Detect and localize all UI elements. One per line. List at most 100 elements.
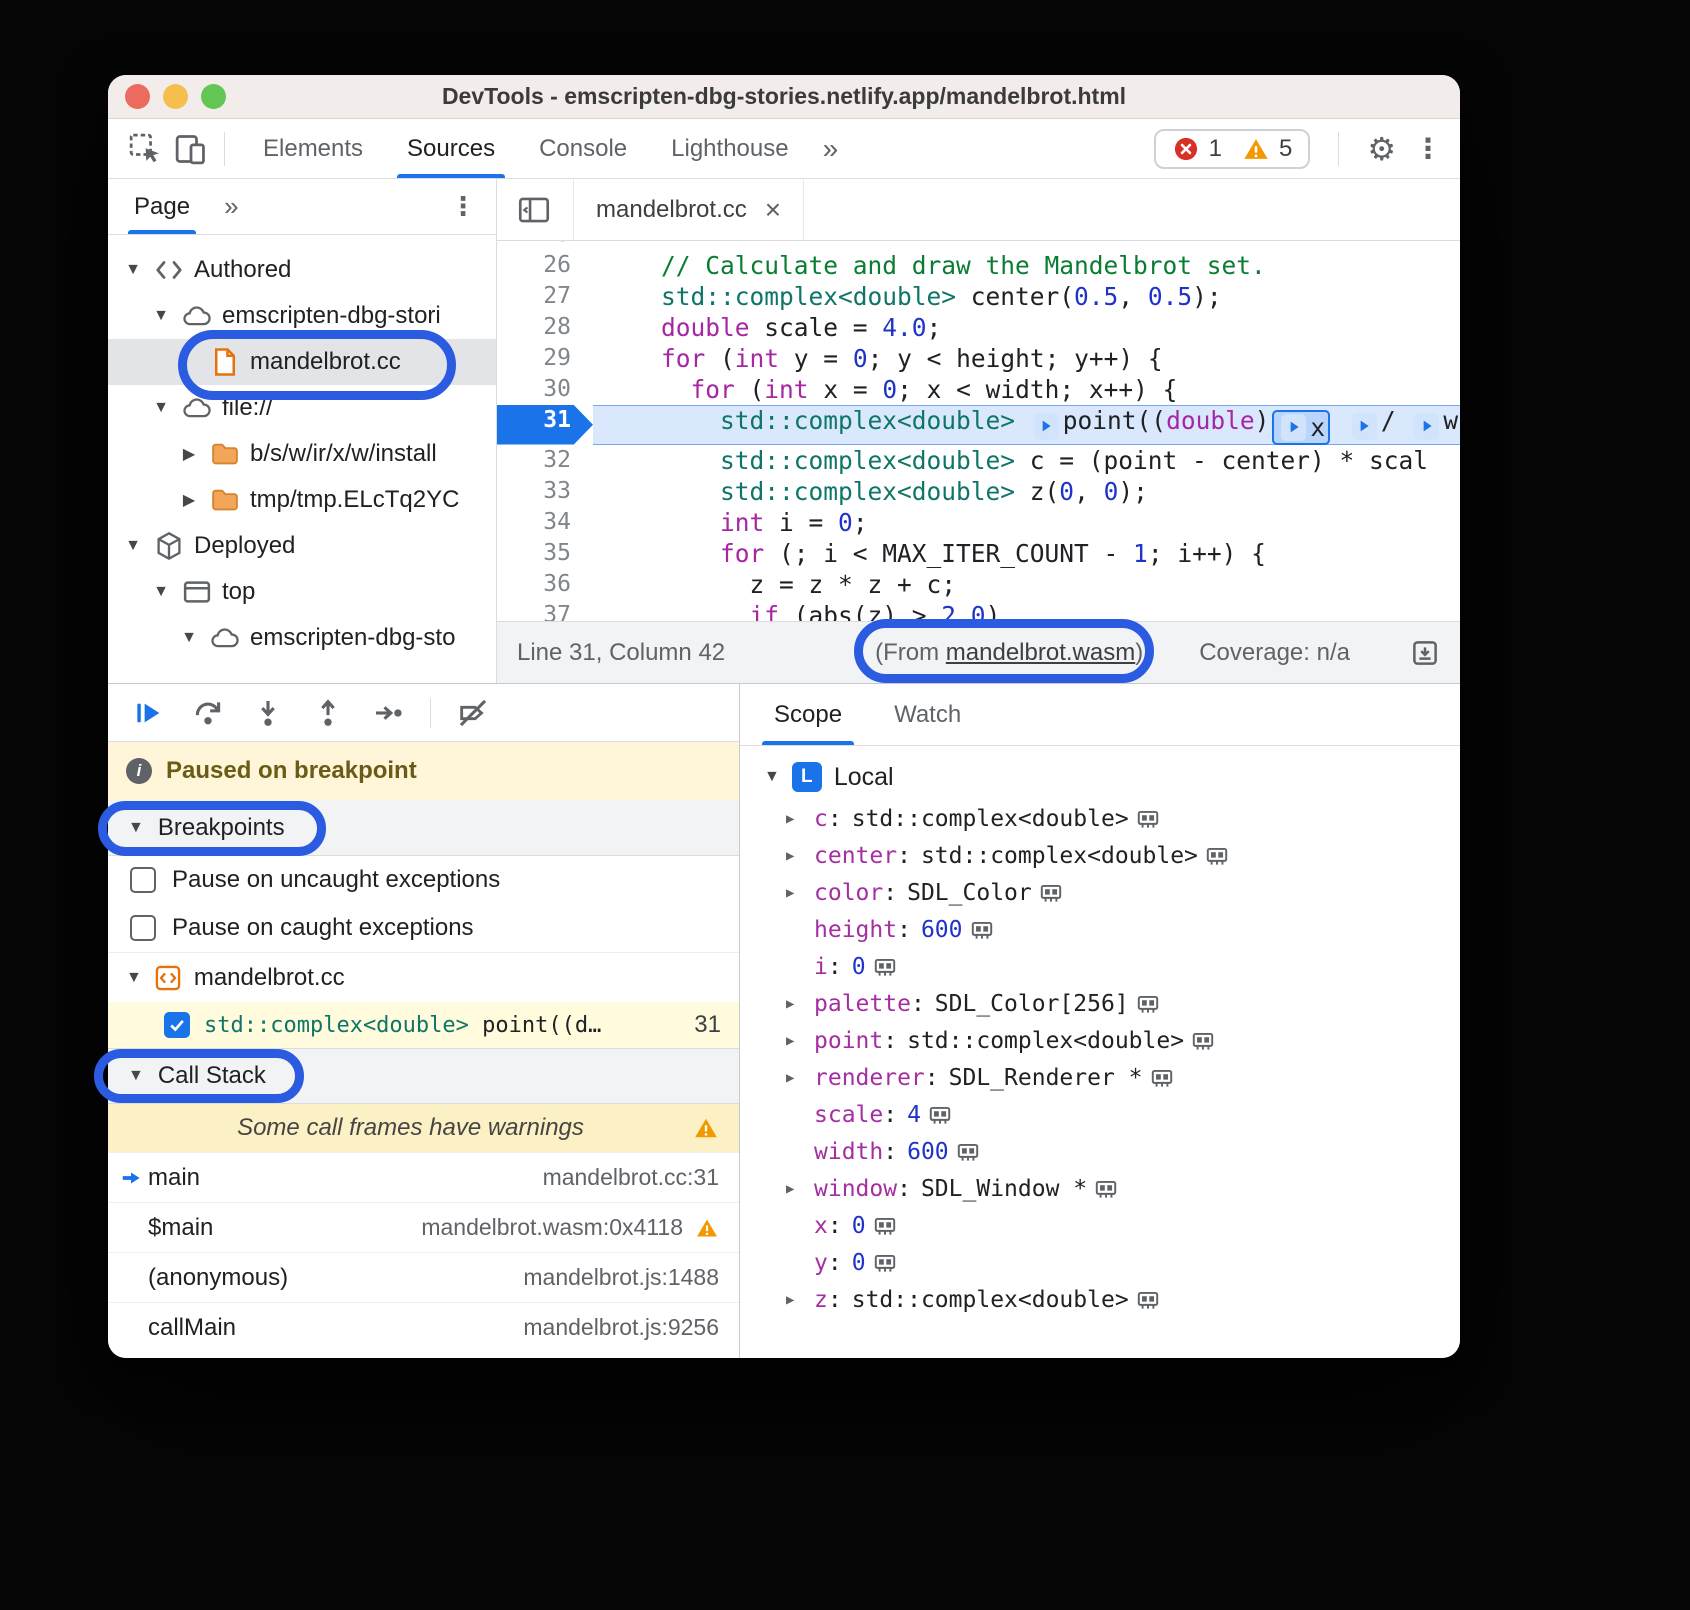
inline-eval-widget[interactable] [1414,413,1439,440]
expand-arrow-icon[interactable]: ▼ [178,629,200,647]
step-button[interactable] [370,695,406,731]
deactivate-breakpoints-button[interactable] [455,695,491,731]
tab-watch[interactable]: Watch [868,684,987,745]
step-out-button[interactable] [310,695,346,731]
tree-item-deployed-site[interactable]: ▼ emscripten-dbg-sto [108,615,496,661]
warning-badge[interactable]: 5 [1242,135,1292,163]
scope-variable-center[interactable]: ▶center:std::complex<double> [740,837,1460,874]
breakpoint-file-group[interactable]: ▼ mandelbrot.cc [108,952,739,1002]
collapse-arrow-icon[interactable]: ▶ [178,490,200,510]
scope-local-section[interactable]: ▼ L Local [740,754,1460,800]
scope-variable-palette[interactable]: ▶palette:SDL_Color[256] [740,985,1460,1022]
call-stack-frame[interactable]: $mainmandelbrot.wasm:0x4118 [108,1202,739,1252]
line-number-27[interactable]: 27 [497,281,593,312]
collapse-arrow-icon[interactable]: ▶ [178,444,200,464]
memory-inspector-button[interactable] [1093,1176,1119,1202]
memory-inspector-button[interactable] [1135,1287,1161,1313]
editor-tab-mandelbrot-cc[interactable]: mandelbrot.cc × [573,179,804,240]
expand-arrow-icon[interactable]: ▼ [150,307,172,325]
call-stack-frame[interactable]: mainmandelbrot.cc:31 [108,1152,739,1202]
memory-inspector-button[interactable] [872,1213,898,1239]
expand-arrow-icon[interactable]: ▶ [786,885,814,901]
line-number-35[interactable]: 35 [497,538,593,569]
memory-inspector-button[interactable] [1135,806,1161,832]
expand-arrow-icon[interactable]: ▼ [126,969,142,987]
call-stack-section-header[interactable]: ▼ Call Stack [108,1048,739,1104]
expand-arrow-icon[interactable]: ▶ [786,1033,814,1049]
scope-variable-width[interactable]: width:600 [740,1133,1460,1170]
scope-variable-renderer[interactable]: ▶renderer:SDL_Renderer * [740,1059,1460,1096]
line-number-26[interactable]: 26 [497,250,593,281]
tab-lighthouse[interactable]: Lighthouse [649,119,810,178]
code-text[interactable]: std::complex<double> center(0.5, 0.5); [593,281,1460,312]
expand-arrow-icon[interactable]: ▼ [122,537,144,555]
code-text[interactable]: int i = 0; [593,507,1460,538]
code-text[interactable]: if (abs(z) > 2.0) [593,600,1460,622]
tree-item-folder-install[interactable]: ▶ b/s/w/ir/x/w/install [108,431,496,477]
memory-inspector-button[interactable] [872,1250,898,1276]
code-text[interactable]: // Calculate and draw the Mandelbrot set… [593,250,1460,281]
memory-inspector-button[interactable] [872,954,898,980]
tab-console[interactable]: Console [517,119,649,178]
code-text[interactable]: double scale = 4.0; [593,312,1460,343]
maximize-window-button[interactable] [201,84,226,109]
expand-arrow-icon[interactable]: ▼ [122,261,144,279]
memory-inspector-button[interactable] [1038,880,1064,906]
expand-arrow-icon[interactable]: ▶ [786,1070,814,1086]
main-menu-kebab-icon[interactable]: ⋮ [1414,132,1442,165]
pause-caught-row[interactable]: Pause on caught exceptions [108,904,739,952]
tree-item-mandelbrot-cc[interactable]: mandelbrot.cc [108,339,496,385]
pause-uncaught-checkbox[interactable] [130,867,156,893]
line-number-36[interactable]: 36 [497,569,593,600]
minimize-window-button[interactable] [163,84,188,109]
call-stack-frame[interactable]: callMainmandelbrot.js:9256 [108,1302,739,1352]
scope-variable-window[interactable]: ▶window:SDL_Window * [740,1170,1460,1207]
memory-inspector-button[interactable] [969,917,995,943]
scope-variable-z[interactable]: ▶z:std::complex<double> [740,1281,1460,1318]
expand-arrow-icon[interactable]: ▼ [150,399,172,417]
memory-inspector-button[interactable] [1204,843,1230,869]
breakpoint-entry[interactable]: std::complex<double> point((d… 31 [108,1002,739,1048]
line-number-32[interactable]: 32 [497,445,593,476]
line-number-33[interactable]: 33 [497,476,593,507]
breakpoints-section-header[interactable]: ▼ Breakpoints [108,800,739,856]
navigator-more-tabs-button[interactable]: » [224,191,238,222]
close-window-button[interactable] [125,84,150,109]
step-over-button[interactable] [190,695,226,731]
tab-elements[interactable]: Elements [241,119,385,178]
tree-item-deployed[interactable]: ▼ Deployed [108,523,496,569]
resume-button[interactable] [130,695,166,731]
error-badge[interactable]: 1 [1172,135,1222,163]
breakpoint-checkbox-checked[interactable] [164,1012,190,1038]
more-tabs-button[interactable]: » [811,119,851,178]
toggle-navigator-button[interactable] [511,187,557,233]
expand-arrow-icon[interactable]: ▶ [786,1292,814,1308]
tree-item-file-scheme[interactable]: ▼ file:// [108,385,496,431]
code-text[interactable]: z = z * z + c; [593,569,1460,600]
line-number-29[interactable]: 29 [497,343,593,374]
expand-arrow-icon[interactable]: ▶ [786,848,814,864]
expand-arrow-icon[interactable]: ▶ [786,996,814,1012]
issues-badges[interactable]: 1 5 [1154,129,1311,169]
code-text[interactable]: for (int y = 0; y < height; y++) { [593,343,1460,374]
scope-variable-i[interactable]: i:0 [740,948,1460,985]
line-number-25[interactable]: 25 [497,241,593,250]
expand-arrow-icon[interactable]: ▼ [764,768,780,786]
scope-variable-color[interactable]: ▶color:SDL_Color [740,874,1460,911]
code-text[interactable] [593,241,1460,250]
call-stack-frame[interactable]: (anonymous)mandelbrot.js:1488 [108,1252,739,1302]
line-number-34[interactable]: 34 [497,507,593,538]
navigator-menu-kebab-icon[interactable]: ⋮ [450,191,476,222]
pause-uncaught-row[interactable]: Pause on uncaught exceptions [108,856,739,904]
tab-page[interactable]: Page [132,179,192,234]
memory-inspector-button[interactable] [927,1102,953,1128]
memory-inspector-button[interactable] [1149,1065,1175,1091]
code-text[interactable]: std::complex<double> z(0, 0); [593,476,1460,507]
code-text[interactable]: std::complex<double> point((double)x / w… [593,405,1460,445]
settings-gear-icon[interactable]: ⚙ [1367,130,1396,168]
tree-item-folder-tmp[interactable]: ▶ tmp/tmp.ELcTq2YC [108,477,496,523]
tab-sources[interactable]: Sources [385,119,517,178]
code-text[interactable]: for (int x = 0; x < width; x++) { [593,374,1460,405]
scope-variable-height[interactable]: height:600 [740,911,1460,948]
inline-eval-widget[interactable] [1352,413,1377,440]
